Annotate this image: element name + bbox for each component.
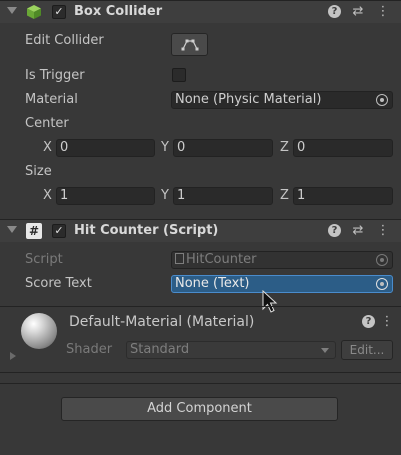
shader-edit-button[interactable]: Edit...: [341, 340, 393, 360]
center-y-label[interactable]: Y: [161, 140, 169, 155]
score-text-field[interactable]: None (Text): [171, 275, 393, 293]
presets-icon[interactable]: ⇄: [351, 224, 365, 238]
score-text-label: Score Text: [25, 276, 92, 291]
object-picker-icon[interactable]: [376, 278, 388, 290]
material-preview-sphere: [21, 313, 57, 349]
edit-bounds-icon: [181, 39, 198, 51]
add-component-button[interactable]: Add Component: [61, 397, 338, 421]
edit-collider-label: Edit Collider: [25, 33, 104, 48]
foldout-arrow-icon[interactable]: [7, 7, 17, 14]
script-field-value: HitCounter: [186, 252, 257, 267]
center-x-field[interactable]: 0: [56, 139, 155, 157]
material-field[interactable]: None (Physic Material): [171, 91, 393, 109]
center-z-field[interactable]: 0: [293, 139, 393, 157]
material-foldout-arrow-icon[interactable]: [10, 352, 16, 360]
hit-counter-title: Hit Counter (Script): [74, 223, 219, 238]
hit-counter-enabled-checkbox[interactable]: ✓: [52, 224, 66, 238]
shader-dropdown[interactable]: Standard: [126, 341, 336, 359]
size-label: Size: [25, 164, 52, 179]
material-title: Default-Material (Material): [69, 314, 255, 330]
size-y-field[interactable]: 1: [173, 187, 273, 205]
script-file-icon: [175, 253, 184, 264]
center-y-field[interactable]: 0: [173, 139, 273, 157]
object-picker-icon[interactable]: [376, 94, 388, 106]
size-z-label[interactable]: Z: [280, 188, 289, 203]
is-trigger-checkbox[interactable]: [172, 68, 186, 82]
size-z-field[interactable]: 1: [293, 187, 393, 205]
box-collider-header[interactable]: ✓ Box Collider ? ⇄ ⋮: [0, 0, 401, 23]
hit-counter-header[interactable]: # ✓ Hit Counter (Script) ? ⇄ ⋮: [0, 219, 401, 242]
help-icon[interactable]: ?: [328, 5, 341, 18]
size-x-field[interactable]: 1: [56, 187, 155, 205]
help-icon[interactable]: ?: [328, 224, 341, 237]
center-label: Center: [25, 116, 69, 131]
dropdown-arrow-icon: [321, 348, 329, 353]
script-field: HitCounter: [171, 251, 393, 269]
material-field-value: None (Physic Material): [175, 92, 322, 107]
edit-collider-button[interactable]: [171, 33, 208, 56]
check-icon: ✓: [54, 224, 64, 237]
foldout-arrow-icon[interactable]: [7, 226, 17, 233]
box-collider-icon: [27, 5, 41, 19]
presets-icon[interactable]: ⇄: [351, 5, 365, 19]
box-collider-enabled-checkbox[interactable]: ✓: [52, 5, 66, 19]
score-text-field-value: None (Text): [175, 276, 250, 291]
size-y-label[interactable]: Y: [161, 188, 169, 203]
box-collider-title: Box Collider: [74, 4, 163, 19]
more-options-icon[interactable]: ⋮: [376, 5, 390, 19]
shader-label: Shader: [66, 342, 113, 357]
more-options-icon[interactable]: ⋮: [376, 224, 390, 238]
center-z-label[interactable]: Z: [280, 140, 289, 155]
more-options-icon[interactable]: ⋮: [380, 315, 394, 329]
size-x-label[interactable]: X: [43, 188, 52, 203]
object-picker-icon: [376, 254, 388, 266]
script-hash-icon: #: [26, 223, 42, 239]
is-trigger-label: Is Trigger: [25, 68, 85, 83]
script-label: Script: [25, 252, 63, 267]
shader-dropdown-value: Standard: [130, 342, 190, 357]
check-icon: ✓: [54, 5, 64, 18]
help-icon[interactable]: ?: [362, 315, 375, 328]
center-x-label[interactable]: X: [43, 140, 52, 155]
material-label: Material: [25, 92, 78, 107]
mouse-cursor-icon: [262, 290, 278, 313]
